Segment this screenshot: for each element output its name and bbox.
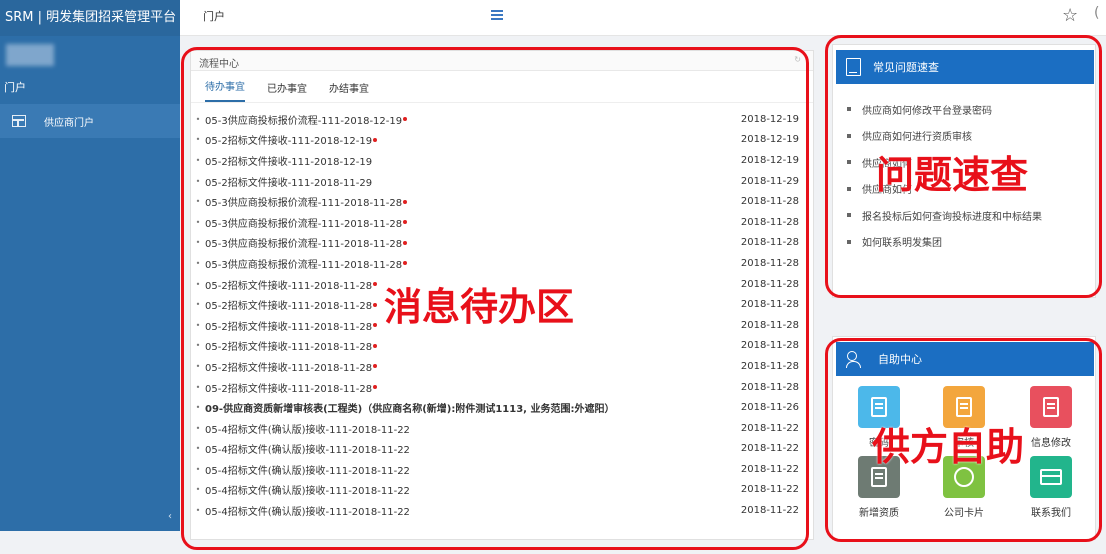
annotation-label-faq: 问题速查 <box>876 153 1029 197</box>
topbar: 门户 ☆ ( <box>180 0 1106 36</box>
favorite-star-icon[interactable]: ☆ <box>1062 5 1078 26</box>
user-avatar-blurred[interactable] <box>6 44 54 66</box>
menu-toggle-icon[interactable] <box>491 10 503 20</box>
sidebar-section-portal: 门户 <box>4 81 26 94</box>
annotation-label-flow: 消息待办区 <box>384 285 575 329</box>
sidebar-item-label: 供应商门户 <box>44 117 94 129</box>
table-icon <box>12 115 26 127</box>
page-title: 门户 <box>203 10 225 23</box>
sidebar-collapse-icon[interactable]: ‹ <box>168 511 172 522</box>
sidebar-item-supplier-portal[interactable]: 供应商门户 <box>0 104 180 138</box>
sidebar: SRM | 明发集团招采管理平台 门户 供应商门户 ‹ <box>0 0 180 531</box>
user-menu-icon[interactable]: ( <box>1094 5 1099 21</box>
app-title: SRM | 明发集团招采管理平台 <box>0 0 180 36</box>
annotation-label-self: 供方自助 <box>872 425 1025 469</box>
